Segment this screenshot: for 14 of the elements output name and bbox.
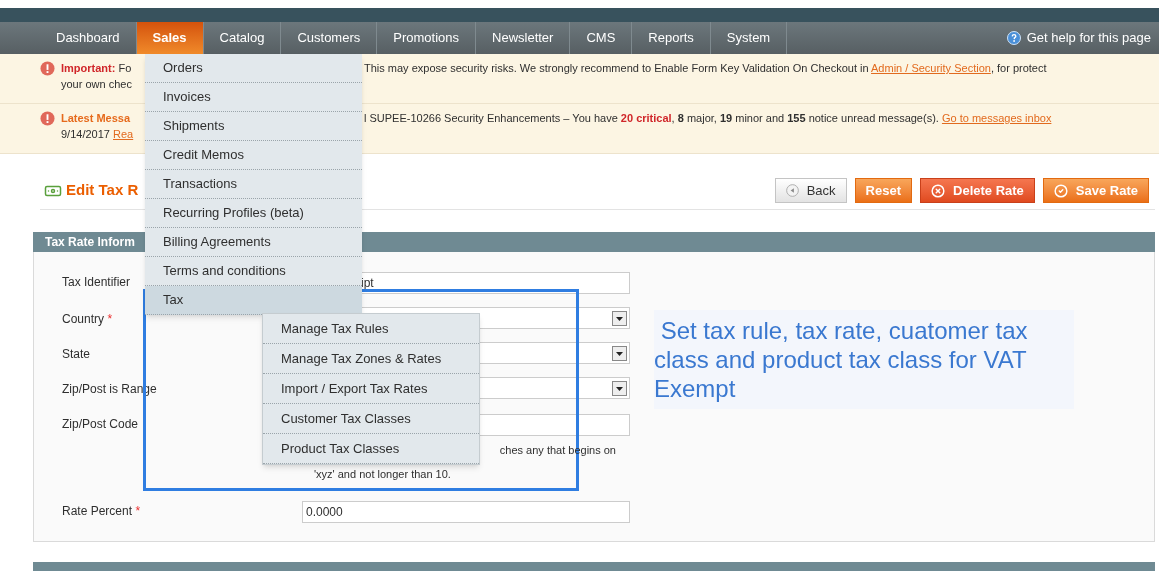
field-label: Country *: [62, 312, 113, 326]
message-text: 9/14/2017 Rea: [61, 128, 134, 140]
field-label: Rate Percent *: [62, 504, 141, 518]
field-hint: 'xyz' and not longer than 10.: [314, 468, 451, 480]
message-text: Latest Messa: [61, 112, 131, 124]
field-label: Zip/Post Code: [62, 417, 139, 431]
message-text: your own chec: [61, 78, 132, 90]
message-text: This may expose security risks. We strongly recommend to Enable Form Key Validation On Checkout in Admin / Security Section, for protect: [364, 61, 1047, 76]
page-title: Edit Tax R: [66, 180, 139, 201]
field-label: Tax Identifier: [62, 275, 131, 289]
message-text: l SUPEE-10266 Security Enhancements – You have 20 critical, 8 major, 19 minor and 155 notice unread message(s). Go to messages inbox: [364, 111, 1052, 126]
field-label: State: [62, 347, 91, 361]
message-text: Important: Fo: [61, 62, 132, 74]
annotation-text: Set tax rule, tax rate, cuatomer tax class and product tax class for VAT Exempt: [654, 310, 1074, 409]
